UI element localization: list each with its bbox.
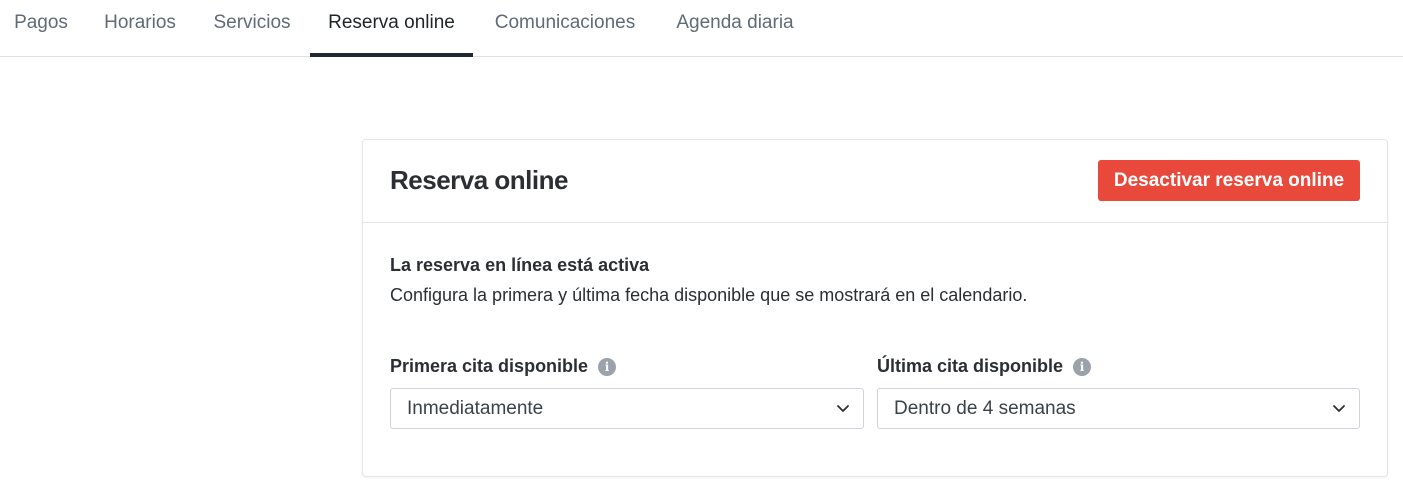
- tab-pagos[interactable]: Pagos: [0, 0, 82, 57]
- tab-servicios[interactable]: Servicios: [200, 0, 304, 57]
- last-appointment-label: Última cita disponible i: [877, 356, 1092, 377]
- tab-agenda-diaria[interactable]: Agenda diaria: [664, 0, 806, 57]
- card-header: Reserva online Desactivar reserva online: [363, 140, 1387, 223]
- first-appointment-label-text: Primera cita disponible: [390, 356, 589, 376]
- chevron-down-icon: [837, 405, 849, 412]
- first-appointment-value: Inmediatamente: [407, 398, 544, 419]
- tab-reserva-online[interactable]: Reserva online: [310, 0, 473, 57]
- status-description: Configura la primera y última fecha disp…: [390, 285, 1028, 305]
- first-appointment-select[interactable]: Inmediatamente: [390, 388, 864, 429]
- chevron-down-icon: [1333, 405, 1345, 412]
- deactivate-online-booking-button[interactable]: Desactivar reserva online: [1098, 160, 1360, 201]
- tab-horarios[interactable]: Horarios: [92, 0, 188, 57]
- first-appointment-label: Primera cita disponible i: [390, 356, 617, 377]
- online-booking-card: Reserva online Desactivar reserva online…: [362, 139, 1388, 477]
- status-title: La reserva en línea está activa: [390, 255, 650, 275]
- card-title: Reserva online: [390, 165, 568, 195]
- info-icon[interactable]: i: [1073, 358, 1092, 376]
- last-appointment-select[interactable]: Dentro de 4 semanas: [877, 388, 1360, 429]
- last-appointment-label-text: Última cita disponible: [877, 356, 1064, 376]
- last-appointment-value: Dentro de 4 semanas: [894, 398, 1076, 419]
- info-icon[interactable]: i: [598, 358, 617, 376]
- settings-tabs: Pagos Horarios Servicios Reserva online …: [0, 0, 1403, 57]
- tab-comunicaciones[interactable]: Comunicaciones: [482, 0, 648, 57]
